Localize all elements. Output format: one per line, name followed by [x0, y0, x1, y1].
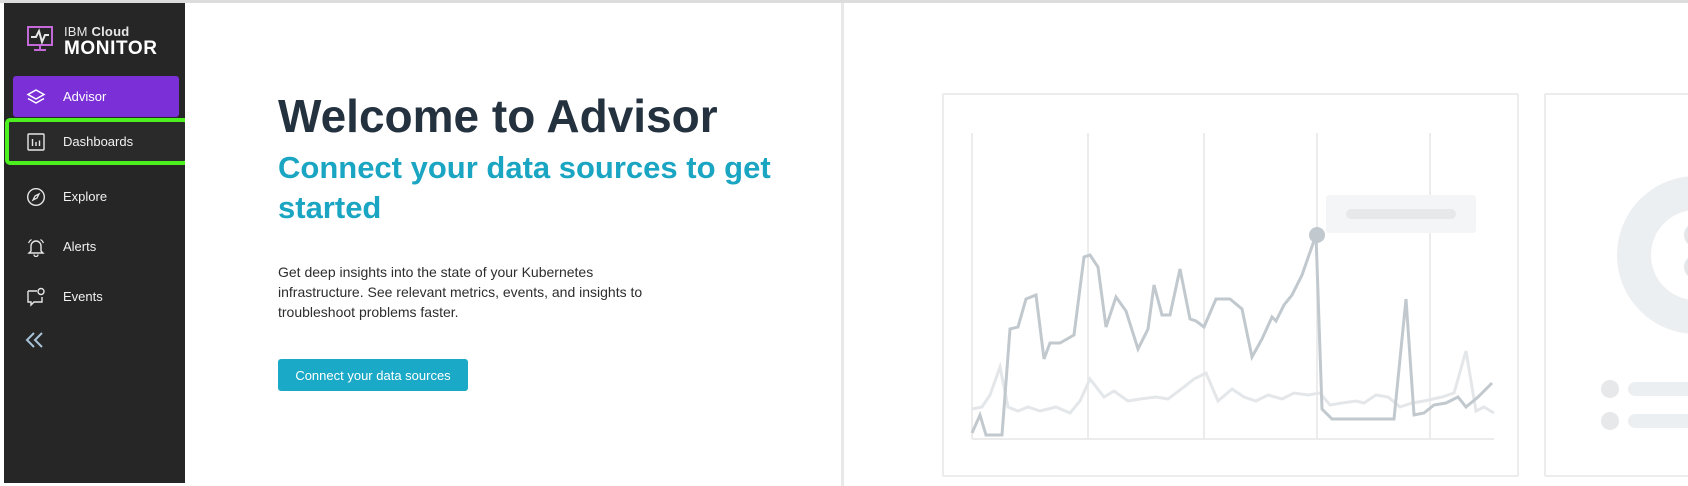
advisor-layers-icon: [25, 86, 47, 108]
sidebar-item-label: Advisor: [63, 89, 107, 104]
sidebar-item-label: Alerts: [63, 239, 97, 254]
page-subtitle: Connect your data sources to get started: [278, 150, 771, 225]
brand-ibm-cloud: IBM Cloud: [64, 24, 130, 39]
sidebar-item-alerts[interactable]: Alerts: [13, 226, 179, 267]
events-chat-icon: [25, 286, 47, 308]
explore-compass-icon: [25, 186, 47, 208]
sidebar: IBM Cloud MONITOR Advisor Dashboards Exp…: [4, 3, 198, 483]
illustration-line-chart: [970, 133, 1495, 440]
double-chevron-left-icon[interactable]: [24, 330, 46, 352]
app-window: IBM Cloud MONITOR Advisor Dashboards Exp…: [0, 0, 1688, 486]
illustration-donut-legend: [1601, 176, 1688, 430]
advisor-welcome-panel: Welcome to Advisor Connect your data sou…: [185, 3, 841, 486]
dashboards-bar-chart-icon: [25, 131, 47, 153]
sidebar-item-label: Explore: [63, 189, 108, 204]
alerts-bell-icon: [25, 236, 47, 258]
sidebar-item-label: Dashboards: [63, 134, 134, 149]
monitor-logo-icon: [26, 23, 56, 58]
illustration-summary-card: [1544, 93, 1688, 477]
brand-logo[interactable]: IBM Cloud MONITOR: [26, 23, 198, 67]
sidebar-item-label: Events: [63, 289, 103, 304]
sidebar-item-explore[interactable]: Explore: [13, 176, 179, 217]
sidebar-item-advisor[interactable]: Advisor: [13, 76, 179, 117]
page-description: Get deep insights into the state of your…: [278, 264, 643, 320]
panel-divider: [841, 3, 844, 486]
page-title: Welcome to Advisor: [278, 90, 718, 142]
sidebar-item-dashboards[interactable]: Dashboards: [5, 118, 189, 165]
sidebar-item-events[interactable]: Events: [13, 276, 179, 317]
connect-data-sources-button[interactable]: Connect your data sources: [278, 359, 468, 391]
illustration-chart-card: [942, 93, 1519, 477]
brand-monitor: MONITOR: [64, 38, 158, 59]
